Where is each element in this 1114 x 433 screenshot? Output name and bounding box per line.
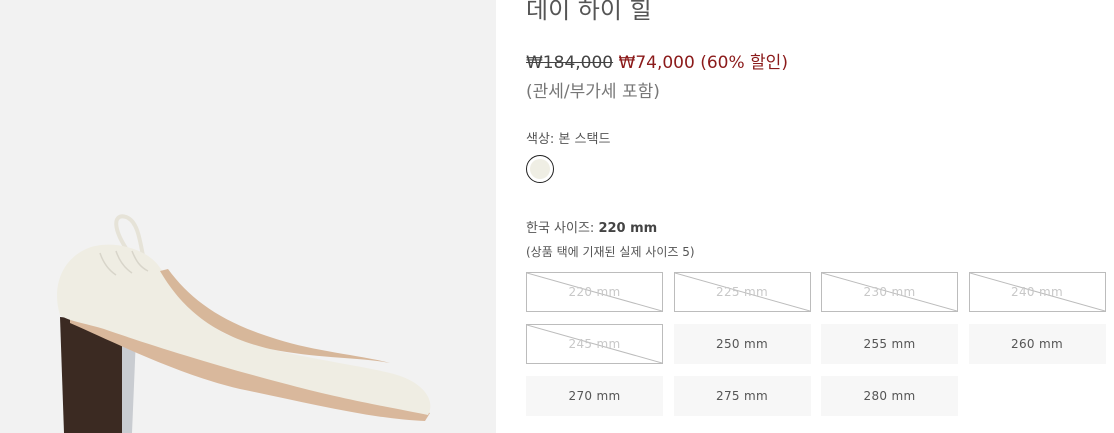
size-option-button[interactable]: 255 mm (821, 324, 958, 364)
size-option-label: 240 mm (1011, 285, 1063, 299)
product-shoe-image[interactable] (40, 205, 440, 433)
size-option-label: 250 mm (716, 337, 768, 351)
size-option-label: 230 mm (863, 285, 916, 299)
size-option-label: 255 mm (863, 337, 916, 351)
product-image-panel (0, 0, 496, 433)
size-option-button[interactable]: 225 mm (673, 272, 811, 312)
size-option-button[interactable]: 260 mm (968, 324, 1106, 364)
discount-badge: (60% 할인) (700, 53, 788, 73)
color-swatch-fill (530, 159, 550, 179)
size-option-button[interactable]: 230 mm (821, 272, 958, 312)
original-price: ₩184,000 (526, 53, 614, 73)
price-row: ₩184,000 ₩74,000 (60% 할인) (526, 48, 788, 73)
size-option-button[interactable]: 220 mm (526, 272, 663, 312)
size-label: 한국 사이즈: 220 mm (526, 217, 657, 236)
color-label: 색상: 본 스택드 (526, 132, 611, 147)
size-option-label: 280 mm (863, 389, 916, 403)
sale-price: ₩74,000 (618, 53, 695, 73)
size-label-prefix: 한국 사이즈: (526, 221, 595, 236)
size-option-label: 260 mm (1011, 337, 1063, 351)
size-note: (상품 택에 기재된 실제 사이즈 5) (526, 245, 695, 259)
size-option-button[interactable]: 240 mm (968, 272, 1106, 312)
size-option-label: 220 mm (568, 285, 621, 299)
tax-note: (관세/부가세 포함) (526, 82, 660, 102)
size-option-button[interactable]: 245 mm (526, 324, 663, 364)
size-grid: 220 mm 225 mm 230 mm 240 mm 245 mm 250 mm 255 … (526, 272, 1106, 416)
size-option-button[interactable]: 270 mm (526, 376, 663, 416)
product-title: 데이 하이 힐 (526, 0, 652, 24)
size-option-label: 225 mm (716, 285, 768, 299)
size-option-button[interactable]: 250 mm (673, 324, 811, 364)
selected-size: 220 mm (598, 221, 658, 236)
product-info-panel: 데이 하이 힐 ₩184,000 ₩74,000 (60% 할인) (관세/부가… (526, 0, 1114, 433)
size-option-button[interactable]: 275 mm (673, 376, 811, 416)
size-option-button[interactable]: 280 mm (821, 376, 958, 416)
size-option-label: 245 mm (568, 337, 621, 351)
color-swatch-bone-stacked[interactable] (526, 155, 554, 183)
size-option-label: 270 mm (568, 389, 621, 403)
size-option-label: 275 mm (716, 389, 768, 403)
